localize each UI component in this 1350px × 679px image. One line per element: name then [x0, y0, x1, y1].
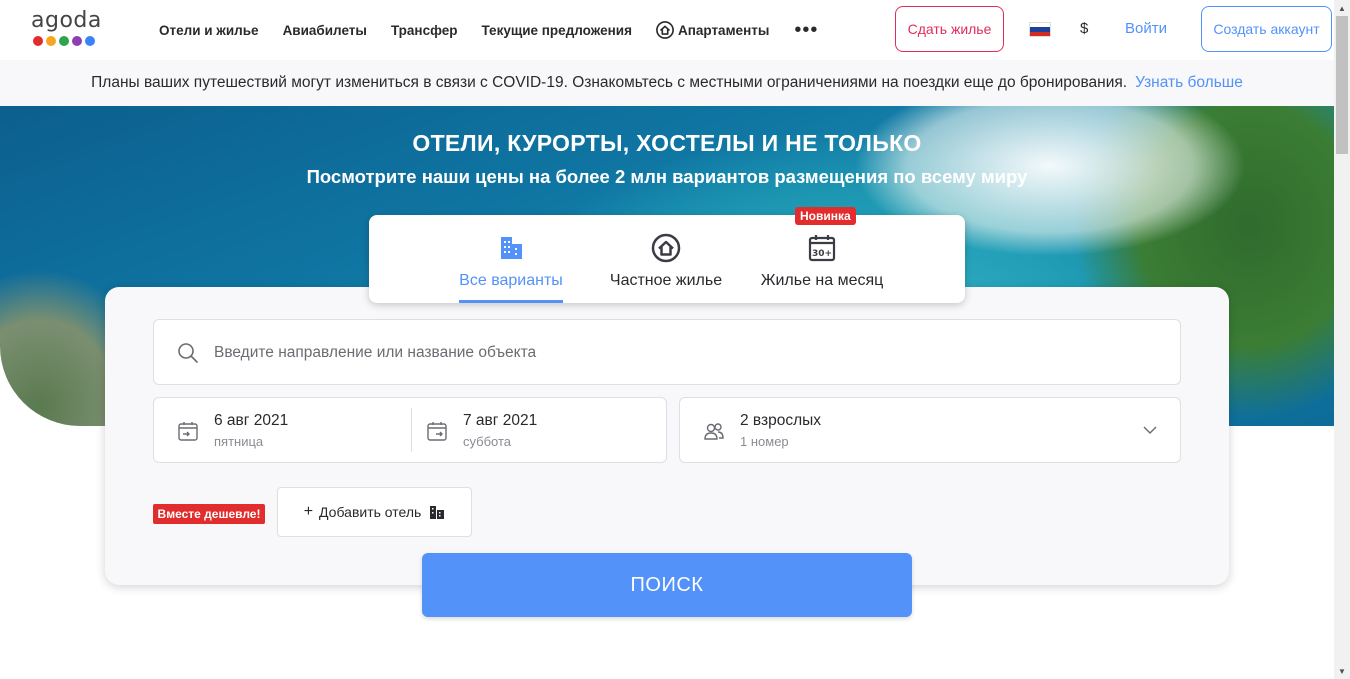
tab-all-options-label: Все варианты — [459, 272, 563, 289]
tab-all-options[interactable]: Все варианты — [459, 215, 563, 303]
nav-apartments-label: Апартаменты — [677, 22, 770, 38]
scroll-up-arrow-icon[interactable]: ▲ — [1334, 0, 1350, 16]
guests-icon — [704, 423, 724, 440]
rooms-count: 1 номер — [740, 434, 789, 449]
property-type-tabs: Все варианты Частное жилье 30+ Жилье на … — [369, 215, 965, 303]
chevron-down-icon — [1143, 426, 1157, 434]
checkout-weekday: суббота — [463, 434, 512, 449]
nav-transfer[interactable]: Трансфер — [391, 23, 458, 38]
list-property-button[interactable]: Сдать жилье — [895, 6, 1004, 52]
logo-dot-green — [59, 36, 69, 46]
logo-text: agoda — [31, 8, 102, 33]
main-nav: Отели и жилье Авиабилеты Трансфер Текущи… — [159, 0, 818, 60]
agoda-logo[interactable]: agoda — [31, 10, 111, 50]
building-icon — [501, 237, 522, 259]
nav-deals-label: Текущие предложения — [481, 22, 632, 38]
search-button[interactable]: ПОИСК — [422, 553, 912, 617]
logo-dot-blue — [85, 36, 95, 46]
covid-notice: Планы ваших путешествий могут измениться… — [0, 60, 1334, 106]
home-circle-icon — [651, 233, 681, 263]
nav-deals[interactable]: Текущие предложения — [481, 23, 631, 38]
top-header: agoda Отели и жилье Авиабилеты Трансфер … — [0, 0, 1334, 60]
bundle-discount-badge: Вместе дешевле! — [153, 504, 265, 524]
search-icon — [178, 343, 198, 363]
destination-input[interactable] — [214, 338, 1114, 368]
notice-text: Планы ваших путешествий могут измениться… — [91, 74, 1128, 91]
nav-flights-label: Авиабилеты — [282, 22, 367, 38]
home-icon — [656, 21, 674, 39]
checkin-date[interactable]: 6 авг 2021 пятница — [154, 398, 410, 462]
checkout-date[interactable]: 7 авг 2021 суббота — [403, 398, 659, 462]
tab-monthly-stays[interactable]: 30+ Жилье на месяц — [761, 215, 883, 303]
logo-dot-orange — [46, 36, 56, 46]
scroll-thumb[interactable] — [1336, 16, 1348, 154]
destination-search-box[interactable] — [153, 319, 1181, 385]
nav-apartments[interactable]: Апартаменты — [656, 21, 769, 39]
nav-hotels[interactable]: Отели и жилье — [159, 23, 259, 38]
russia-flag-icon[interactable] — [1029, 22, 1051, 37]
nav-transfer-label: Трансфер — [390, 22, 458, 38]
checkin-calendar-icon — [178, 422, 198, 441]
tab-private-homes-label: Частное жилье — [609, 272, 723, 289]
calendar-30-icon: 30+ — [808, 235, 836, 262]
learn-more-link[interactable]: Узнать больше — [1135, 74, 1243, 92]
hero-title: ОТЕЛИ, КУРОРТЫ, ХОСТЕЛЫ И НЕ ТОЛЬКО — [412, 130, 922, 156]
active-tab-underline — [459, 300, 563, 303]
checkout-date-value: 7 авг 2021 — [463, 412, 538, 429]
hero-subtitle: Посмотрите наши цены на более 2 млн вари… — [306, 166, 1028, 187]
dates-selector: 6 авг 2021 пятница 7 авг 2021 суббота — [153, 397, 667, 463]
checkin-date-value: 6 авг 2021 — [214, 412, 289, 429]
new-badge: Новинка — [795, 207, 856, 225]
tab-monthly-stays-label: Жилье на месяц — [760, 272, 884, 289]
svg-text:30+: 30+ — [812, 249, 832, 259]
plus-icon: + — [303, 503, 314, 520]
tab-private-homes[interactable]: Частное жилье — [609, 215, 723, 303]
add-hotel-button[interactable]: + Добавить отель — [277, 487, 472, 537]
logo-dot-purple — [72, 36, 82, 46]
scroll-down-arrow-icon[interactable]: ▼ — [1334, 663, 1350, 679]
login-link[interactable]: Войти — [1125, 20, 1167, 37]
page-scrollbar[interactable]: ▲ ▼ — [1334, 0, 1350, 679]
checkin-weekday: пятница — [214, 434, 264, 449]
add-hotel-label: Добавить отель — [319, 504, 422, 520]
currency-selector[interactable]: $ — [1080, 20, 1088, 37]
logo-dot-red — [33, 36, 43, 46]
create-account-button[interactable]: Создать аккаунт — [1201, 6, 1332, 52]
nav-hotels-label: Отели и жилье — [159, 22, 259, 38]
checkout-calendar-icon — [427, 422, 447, 441]
more-menu-icon[interactable]: ••• — [794, 20, 818, 40]
logo-dots — [33, 36, 111, 46]
hotel-icon — [430, 506, 445, 519]
guests-selector[interactable]: 2 взрослых 1 номер — [679, 397, 1181, 463]
guests-count: 2 взрослых — [740, 412, 822, 429]
nav-flights[interactable]: Авиабилеты — [283, 23, 367, 38]
